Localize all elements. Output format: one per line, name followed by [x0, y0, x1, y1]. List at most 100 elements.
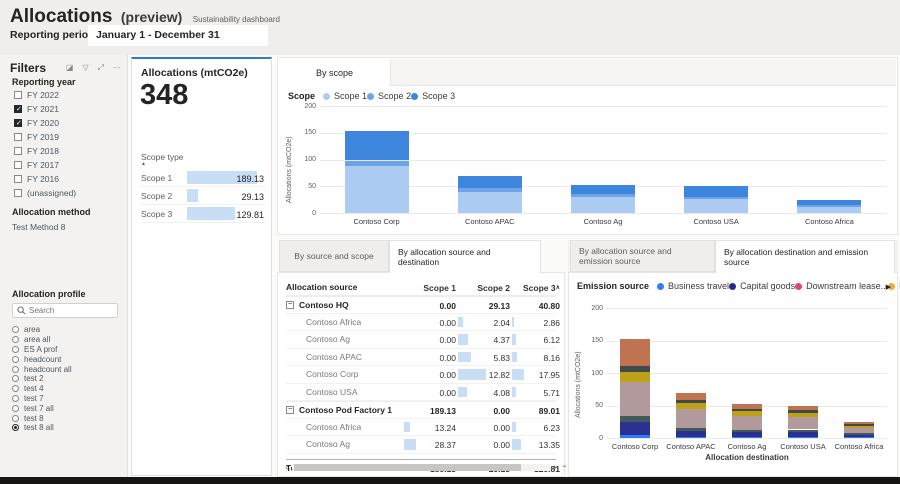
column-header[interactable]: Scope 1	[404, 279, 456, 295]
reporting-period-box[interactable]: January 1 - December 31	[88, 25, 268, 46]
kpi-scope-row[interactable]: Scope 1 189.13	[141, 169, 265, 187]
bar-segment[interactable]	[458, 192, 522, 213]
bar-segment[interactable]	[844, 422, 874, 425]
profile-search-input[interactable]	[29, 306, 109, 315]
reporting-year-option[interactable]: FY 2018	[14, 144, 76, 158]
bar-segment[interactable]	[788, 417, 818, 429]
bar-segment[interactable]	[571, 194, 635, 197]
bar-segment[interactable]	[620, 422, 650, 435]
table-row[interactable]: Contoso APAC 0.005.838.16	[286, 349, 556, 367]
kpi-scope-row[interactable]: Scope 2 29.13	[141, 187, 265, 205]
tab-by-allocation-source-and-emission-source[interactable]: By allocation source and emission source	[570, 240, 715, 272]
radio-icon[interactable]	[12, 415, 19, 422]
reporting-year-option[interactable]: FY 2017	[14, 158, 76, 172]
bar-segment[interactable]	[676, 437, 706, 438]
checkbox-icon[interactable]	[14, 105, 22, 113]
legend-item[interactable]: Downstream lease...	[795, 281, 888, 291]
bar-segment[interactable]	[797, 207, 861, 213]
table-row[interactable]: Contoso Africa 13.240.006.23	[286, 419, 556, 437]
bar-segment[interactable]	[676, 431, 706, 437]
allocation-profile-option[interactable]: headcount	[12, 354, 72, 364]
bar-segment[interactable]	[676, 428, 706, 431]
chevron-down-icon[interactable]: ⌄	[562, 462, 567, 469]
radio-icon[interactable]	[12, 424, 19, 431]
bar-segment[interactable]	[844, 424, 874, 425]
bar-segment[interactable]	[788, 413, 818, 418]
bar-segment[interactable]	[620, 435, 650, 438]
bar-segment[interactable]	[788, 430, 818, 432]
bar-segment[interactable]	[788, 437, 818, 438]
table-row[interactable]: Contoso Corp 0.0012.8217.95	[286, 366, 556, 384]
legend-next-icon[interactable]: ▶	[886, 283, 891, 291]
reporting-year-option[interactable]: FY 2020	[14, 116, 76, 130]
bar-segment[interactable]	[788, 410, 818, 413]
table-row[interactable]: Contoso Ag 28.370.0013.35	[286, 436, 556, 454]
legend-item[interactable]: Scope 2	[367, 91, 411, 101]
bar-segment[interactable]	[844, 435, 874, 438]
bar-segment[interactable]	[620, 372, 650, 382]
reporting-year-option[interactable]: (unassigned)	[14, 186, 76, 200]
more-options-icon[interactable]: ⋯	[113, 63, 121, 73]
eraser-icon[interactable]: ◪	[66, 63, 74, 73]
reporting-year-option[interactable]: FY 2019	[14, 130, 76, 144]
bar-segment[interactable]	[620, 339, 650, 366]
kpi-scope-row[interactable]: Scope 3 129.81	[141, 205, 265, 223]
bar-segment[interactable]	[458, 176, 522, 189]
table-row[interactable]: −Contoso Pod Factory 1 189.130.0089.01	[286, 401, 556, 419]
radio-icon[interactable]	[12, 326, 19, 333]
table-row[interactable]: Contoso Ag 0.004.376.12	[286, 331, 556, 349]
reporting-year-option[interactable]: FY 2022	[14, 88, 76, 102]
column-header[interactable]: Allocation source	[286, 282, 404, 292]
allocation-profile-option[interactable]: test 8 all	[12, 423, 72, 433]
bar-segment[interactable]	[844, 433, 874, 434]
bar-segment[interactable]	[345, 131, 409, 160]
table-row[interactable]: Contoso USA 0.004.085.71	[286, 384, 556, 402]
kpi-column-header[interactable]: Scope type ▲	[141, 152, 184, 167]
scrollbar-track[interactable]	[292, 464, 550, 471]
profile-search-box[interactable]	[12, 303, 118, 318]
bar-segment[interactable]	[345, 161, 409, 166]
reporting-year-option[interactable]: FY 2016	[14, 172, 76, 186]
radio-icon[interactable]	[12, 375, 19, 382]
tab-by-scope[interactable]: By scope	[279, 59, 391, 86]
allocation-profile-option[interactable]: area all	[12, 335, 72, 345]
table-row[interactable]: Contoso Africa 0.002.042.86	[286, 314, 556, 332]
checkbox-icon[interactable]	[14, 91, 22, 99]
bar-segment[interactable]	[844, 437, 874, 438]
checkbox-icon[interactable]	[14, 161, 22, 169]
collapse-icon[interactable]: −	[286, 301, 294, 309]
checkbox-icon[interactable]	[14, 147, 22, 155]
allocation-profile-option[interactable]: test 7 all	[12, 403, 72, 413]
checkbox-icon[interactable]	[14, 189, 22, 197]
allocation-profile-option[interactable]: test 4	[12, 384, 72, 394]
column-header[interactable]: Scope 3∧	[512, 279, 560, 295]
bar-segment[interactable]	[676, 393, 706, 400]
bar-segment[interactable]	[676, 409, 706, 429]
bar-segment[interactable]	[788, 432, 818, 437]
allocation-profile-option[interactable]: headcount all	[12, 364, 72, 374]
radio-icon[interactable]	[12, 385, 19, 392]
allocation-profile-option[interactable]: area	[12, 325, 72, 335]
radio-icon[interactable]	[12, 366, 19, 373]
bar-segment[interactable]	[797, 200, 861, 205]
bar-segment[interactable]	[345, 166, 409, 213]
bar-segment[interactable]	[732, 430, 762, 432]
allocation-profile-option[interactable]: test 7	[12, 394, 72, 404]
table-row[interactable]: −Contoso HQ 0.0029.1340.80	[286, 296, 556, 314]
legend-item[interactable]: Scope 1	[323, 91, 367, 101]
scrollbar-thumb[interactable]	[294, 464, 521, 471]
bar-segment[interactable]	[788, 406, 818, 411]
bar-segment[interactable]	[732, 404, 762, 409]
scroll-right-icon[interactable]: ›	[550, 463, 560, 472]
radio-icon[interactable]	[12, 405, 19, 412]
bar-segment[interactable]	[458, 188, 522, 191]
checkbox-icon[interactable]	[14, 175, 22, 183]
radio-icon[interactable]	[12, 356, 19, 363]
bar-segment[interactable]	[844, 426, 874, 428]
legend-item[interactable]: Business travel	[657, 281, 729, 291]
bar-segment[interactable]	[571, 185, 635, 195]
column-header[interactable]: Scope 2	[458, 279, 510, 295]
bar-segment[interactable]	[571, 197, 635, 213]
bar-segment[interactable]	[684, 186, 748, 197]
legend-item[interactable]: Capital goods	[729, 281, 795, 291]
